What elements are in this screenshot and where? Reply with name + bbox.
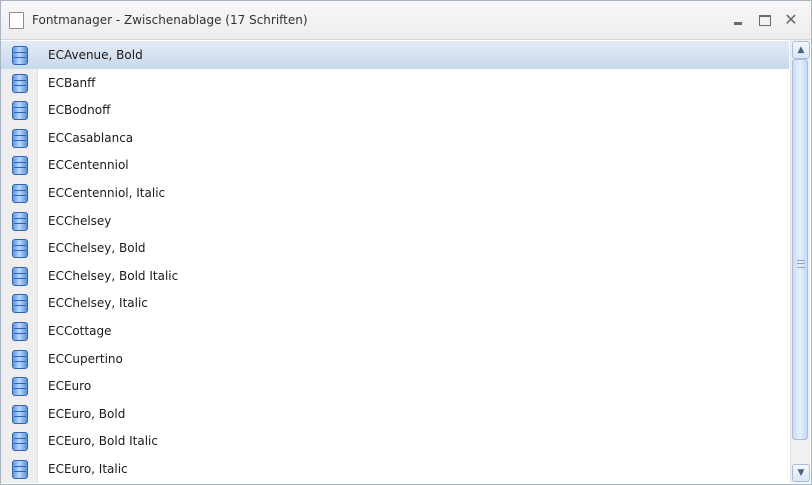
font-file-icon bbox=[12, 321, 28, 341]
font-list-item[interactable]: ECAvenue, Bold bbox=[1, 41, 789, 69]
window-title: Fontmanager - Zwischenablage (17 Schrift… bbox=[32, 13, 308, 27]
font-file-icon bbox=[12, 349, 28, 369]
font-list-item[interactable]: ECChelsey bbox=[1, 206, 789, 235]
font-name-label: ECChelsey, Bold Italic bbox=[48, 268, 179, 283]
font-name-label: ECChelsey, Italic bbox=[48, 296, 148, 311]
font-name-label: ECCottage bbox=[48, 323, 112, 338]
close-button[interactable]: ✕ bbox=[781, 10, 801, 30]
font-list-item[interactable]: ECEuro, Italic bbox=[1, 454, 789, 483]
icon-column-cell bbox=[1, 289, 38, 317]
icon-column-cell bbox=[1, 261, 38, 290]
font-file-icon bbox=[12, 211, 28, 231]
font-list-item[interactable]: ECCupertino bbox=[1, 344, 789, 373]
icon-column-cell bbox=[1, 316, 38, 345]
chevron-up-icon: ▲ bbox=[797, 45, 805, 55]
scroll-thumb[interactable] bbox=[792, 59, 808, 440]
font-file-icon bbox=[12, 459, 28, 479]
font-list-item[interactable]: ECChelsey, Italic bbox=[1, 289, 789, 317]
font-file-icon bbox=[12, 73, 28, 93]
icon-column-cell bbox=[1, 206, 38, 235]
font-name-label: ECChelsey, Bold bbox=[48, 241, 146, 256]
font-list-item[interactable]: ECCottage bbox=[1, 316, 789, 345]
title-bar[interactable]: Fontmanager - Zwischenablage (17 Schrift… bbox=[1, 1, 811, 40]
close-icon: ✕ bbox=[784, 10, 798, 29]
font-name-label: ECEuro, Bold Italic bbox=[48, 434, 158, 449]
font-file-icon bbox=[12, 101, 28, 121]
font-list-item[interactable]: ECChelsey, Bold Italic bbox=[1, 261, 789, 290]
font-name-label: ECCasablanca bbox=[48, 130, 134, 145]
font-file-icon bbox=[12, 377, 28, 397]
font-list-item[interactable]: ECCasablanca bbox=[1, 123, 789, 152]
minimize-button[interactable] bbox=[728, 10, 748, 30]
font-file-icon bbox=[12, 46, 28, 65]
chevron-down-icon: ▼ bbox=[797, 468, 805, 478]
icon-column-cell bbox=[1, 123, 38, 152]
font-file-icon bbox=[12, 266, 28, 286]
scroll-up-button[interactable]: ▲ bbox=[792, 41, 810, 59]
icon-column-cell bbox=[1, 178, 38, 207]
font-list-item[interactable]: ECEuro, Bold bbox=[1, 399, 789, 428]
font-name-label: ECBanff bbox=[48, 75, 96, 90]
font-manager-window: Fontmanager - Zwischenablage (17 Schrift… bbox=[0, 0, 812, 485]
font-file-icon bbox=[12, 239, 28, 259]
icon-column-cell bbox=[1, 68, 38, 97]
font-name-label: ECBodnoff bbox=[48, 103, 111, 118]
minimize-icon bbox=[734, 22, 742, 25]
font-list-item[interactable]: ECCentenniol, Italic bbox=[1, 178, 789, 207]
icon-column-cell bbox=[1, 454, 38, 483]
font-list-item[interactable]: ECCentenniol bbox=[1, 151, 789, 179]
icon-column-cell bbox=[1, 372, 38, 400]
font-list-item[interactable]: ECBodnoff bbox=[1, 96, 789, 124]
icon-column-cell bbox=[1, 344, 38, 373]
font-name-label: ECCentenniol, Italic bbox=[48, 185, 166, 200]
font-file-icon bbox=[12, 156, 28, 176]
font-list-item[interactable]: ECBanff bbox=[1, 68, 789, 97]
icon-column-cell bbox=[1, 96, 38, 124]
icon-column-cell bbox=[1, 399, 38, 428]
font-name-label: ECEuro bbox=[48, 379, 92, 394]
font-list: ECAvenue, Bold ECBanff ECBodnoff ECCasablan… bbox=[1, 41, 789, 484]
maximize-button[interactable] bbox=[755, 10, 775, 30]
font-name-label: ECAvenue, Bold bbox=[48, 48, 143, 62]
font-name-label: ECCupertino bbox=[48, 351, 123, 366]
font-list-item[interactable]: ECEuro bbox=[1, 372, 789, 400]
font-name-label: ECEuro, Bold bbox=[48, 406, 126, 421]
font-list-item[interactable]: ECChelsey, Bold bbox=[1, 234, 789, 262]
font-file-icon bbox=[12, 432, 28, 452]
font-list-item[interactable]: ECEuro, Bold Italic bbox=[1, 427, 789, 455]
maximize-icon bbox=[759, 15, 771, 26]
grip-icon bbox=[797, 260, 805, 268]
font-file-icon bbox=[12, 128, 28, 148]
font-name-label: ECEuro, Italic bbox=[48, 461, 128, 476]
vertical-scrollbar[interactable]: ▲ ▼ bbox=[790, 40, 810, 483]
font-file-icon bbox=[12, 183, 28, 203]
document-icon bbox=[9, 12, 24, 29]
font-name-label: ECCentenniol bbox=[48, 158, 129, 173]
font-name-label: ECChelsey bbox=[48, 213, 112, 228]
scroll-down-button[interactable]: ▼ bbox=[792, 464, 810, 482]
icon-column-cell bbox=[1, 234, 38, 262]
icon-column-cell bbox=[1, 427, 38, 455]
icon-column-cell bbox=[1, 151, 38, 179]
font-file-icon bbox=[12, 404, 28, 424]
icon-column-cell bbox=[1, 41, 38, 69]
font-file-icon bbox=[12, 294, 28, 314]
